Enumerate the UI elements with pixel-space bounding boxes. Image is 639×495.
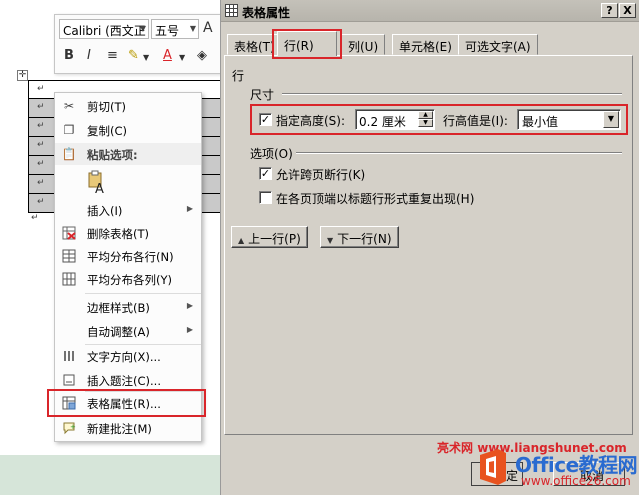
- new-comment-icon: +: [61, 420, 77, 436]
- next-row-button[interactable]: ▼ 下一行(N): [320, 226, 399, 248]
- office-logo-icon: [476, 447, 510, 487]
- mini-toolbar: Calibri (西文正 ▼ 五号 ▼ A B I ≡ ✎ ▼ A ▼ ◈: [54, 14, 220, 74]
- cell-end-mark-icon: ↵: [37, 159, 45, 169]
- scissors-icon: ✂: [63, 99, 75, 113]
- chevron-right-icon: ▶: [186, 325, 193, 334]
- delete-table-icon: [61, 225, 77, 241]
- help-button[interactable]: ?: [601, 3, 618, 18]
- status-area: [0, 455, 220, 495]
- row-tab-highlight: [272, 29, 342, 59]
- cell-end-mark-icon: ↵: [37, 102, 45, 112]
- format-painter-icon[interactable]: ◈: [197, 48, 207, 63]
- height-value: 0.2 厘米: [359, 115, 406, 129]
- height-spinbox[interactable]: 0.2 厘米 ▲ ▼: [355, 109, 435, 130]
- menu-item-insert-caption[interactable]: 插入题注(C)...: [55, 369, 201, 391]
- previous-row-label: 上一行(P): [248, 232, 301, 246]
- grow-font-icon[interactable]: A: [203, 20, 213, 36]
- paste-keep-text-icon[interactable]: A: [87, 170, 107, 197]
- tab-alt-text[interactable]: 可选文字(A): [458, 34, 538, 55]
- font-color-button[interactable]: A: [163, 48, 172, 63]
- section-divider: [296, 152, 622, 154]
- spin-up-icon[interactable]: ▲: [418, 111, 433, 119]
- chevron-down-icon[interactable]: ▼: [603, 111, 619, 128]
- highlight-icon[interactable]: ✎: [128, 48, 139, 63]
- specify-height-checkbox[interactable]: ✓: [259, 113, 272, 126]
- triangle-down-icon: ▼: [327, 236, 334, 245]
- section-divider: [282, 93, 622, 95]
- paste-icon: 📋: [61, 147, 77, 161]
- triangle-up-icon: ▲: [238, 236, 245, 245]
- tab-column[interactable]: 列(U): [341, 34, 386, 55]
- menu-item-distribute-columns[interactable]: 平均分布各列(Y): [55, 268, 201, 290]
- tab-cell[interactable]: 单元格(E): [392, 34, 459, 55]
- next-row-label: 下一行(N): [337, 232, 392, 246]
- spin-down-icon[interactable]: ▼: [418, 119, 433, 127]
- cell-end-mark-icon: ↵: [37, 140, 45, 150]
- menu-item-cut[interactable]: ✂ 剪切(T): [55, 95, 201, 117]
- align-center-icon[interactable]: ≡: [107, 48, 118, 63]
- chevron-down-icon[interactable]: ▼: [179, 53, 185, 62]
- menu-item-delete-table[interactable]: 删除表格(T): [55, 222, 201, 244]
- paragraph-mark-icon: ↵: [31, 213, 39, 223]
- options-section-label: 选项(O): [250, 147, 293, 161]
- row-heading: 行: [232, 69, 245, 83]
- text-direction-icon: [61, 348, 77, 364]
- distribute-rows-icon: [61, 248, 77, 264]
- font-name-box[interactable]: Calibri (西文正 ▼: [59, 19, 149, 39]
- table-properties-highlight: [47, 389, 206, 417]
- size-section-label: 尺寸: [250, 88, 275, 102]
- previous-row-button[interactable]: ▲ 上一行(P): [231, 226, 308, 248]
- menu-item-new-comment[interactable]: + 新建批注(M): [55, 417, 201, 439]
- menu-item-paste-options: 📋 粘贴选项:: [55, 143, 201, 165]
- table-icon: [225, 4, 238, 17]
- table-move-handle-icon[interactable]: ✛: [17, 70, 28, 81]
- repeat-header-label: 在各页顶端以标题行形式重复出现(H): [276, 192, 475, 206]
- row-height-mode-value: 最小值: [522, 115, 559, 129]
- menu-item-text-direction[interactable]: 文字方向(X)...: [55, 345, 201, 367]
- cell-end-mark-icon: ↵: [37, 197, 45, 207]
- watermark-url: www.office26.com: [521, 474, 631, 488]
- svg-text:A: A: [95, 182, 104, 194]
- font-size-box[interactable]: 五号 ▼: [151, 19, 199, 39]
- svg-text:+: +: [70, 423, 76, 431]
- insert-caption-icon: [61, 372, 77, 388]
- menu-item-copy[interactable]: ❐ 复制(C): [55, 119, 201, 141]
- cell-end-mark-icon: ↵: [37, 84, 45, 94]
- font-size-value: 五号: [155, 24, 180, 38]
- bold-button[interactable]: B: [64, 48, 74, 63]
- font-name-value: Calibri (西文正: [63, 24, 146, 38]
- menu-separator: [85, 293, 201, 294]
- dialog-title: 表格属性: [242, 6, 291, 20]
- italic-button[interactable]: I: [87, 48, 91, 63]
- allow-break-label: 允许跨页断行(K): [276, 168, 366, 182]
- menu-item-autofit[interactable]: 自动调整(A) ▶: [55, 320, 201, 342]
- specify-height-label: 指定高度(S):: [276, 114, 346, 128]
- allow-break-checkbox[interactable]: ✓: [259, 167, 272, 180]
- menu-item-border-styles[interactable]: 边框样式(B) ▶: [55, 296, 201, 318]
- dialog-titlebar[interactable]: 表格属性 ? X: [221, 0, 639, 22]
- repeat-header-checkbox[interactable]: [259, 191, 272, 204]
- chevron-right-icon: ▶: [186, 301, 193, 310]
- chevron-down-icon: ▼: [189, 24, 196, 33]
- menu-item-distribute-rows[interactable]: 平均分布各行(N): [55, 245, 201, 267]
- row-height-is-label: 行高值是(I):: [443, 114, 508, 128]
- cell-end-mark-icon: ↵: [37, 178, 45, 188]
- chevron-down-icon[interactable]: ▼: [143, 53, 149, 62]
- chevron-down-icon: ▼: [139, 24, 146, 33]
- cell-end-mark-icon: ↵: [37, 121, 45, 131]
- menu-item-insert[interactable]: 插入(I) ▶: [55, 199, 201, 221]
- spin-buttons[interactable]: ▲ ▼: [418, 111, 433, 128]
- row-height-mode-select[interactable]: 最小值 ▼: [517, 109, 621, 130]
- close-button[interactable]: X: [619, 3, 636, 18]
- distribute-columns-icon: [61, 271, 77, 287]
- copy-icon: ❐: [63, 123, 75, 137]
- chevron-right-icon: ▶: [186, 204, 193, 213]
